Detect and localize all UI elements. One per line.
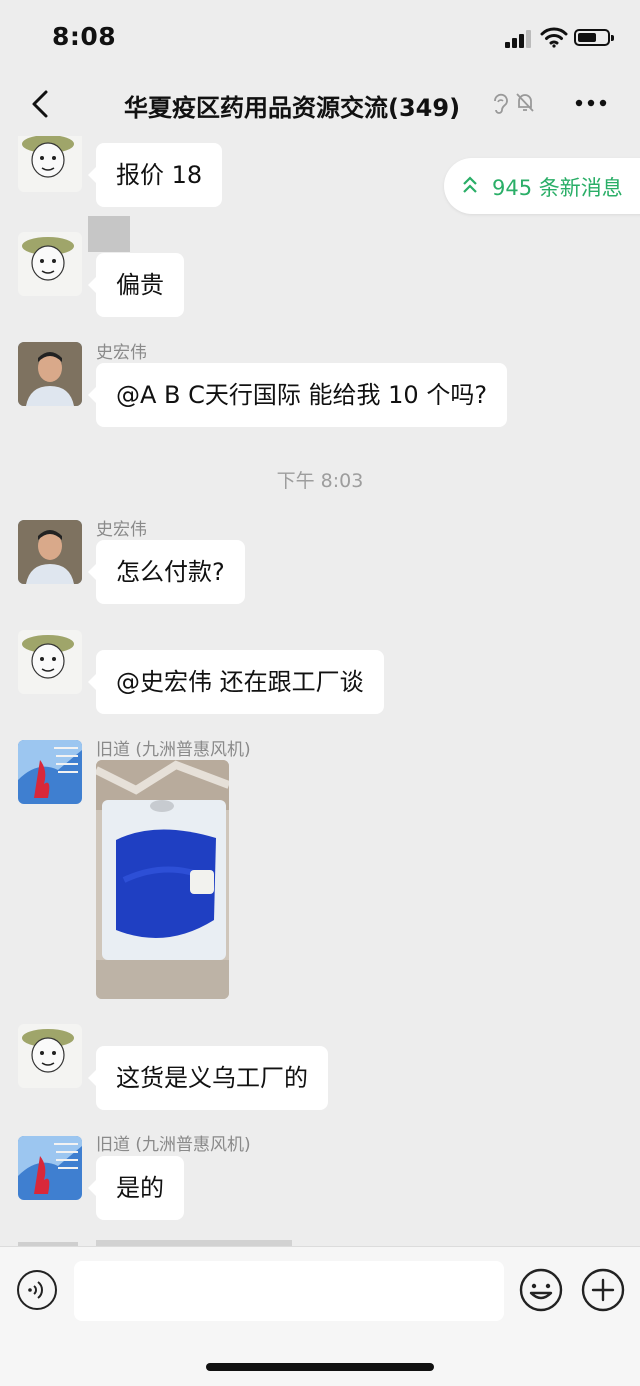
ear-icon — [494, 93, 508, 114]
message-input[interactable] — [74, 1261, 504, 1321]
plus-icon[interactable] — [580, 1267, 626, 1313]
meme-face-icon — [22, 635, 74, 679]
sender-name: 旧道 (九洲普惠风机) — [96, 740, 251, 760]
message-bubble[interactable]: 报价 18 — [87, 143, 223, 207]
voice-icon[interactable] — [16, 1269, 58, 1311]
avatar[interactable] — [18, 232, 82, 296]
meme-face-icon — [22, 136, 74, 188]
message-bubble[interactable]: @史宏伟 还在跟工厂谈 — [88, 650, 384, 714]
message-timestamp: 下午 8:03 — [276, 470, 364, 492]
image-message[interactable] — [96, 760, 229, 999]
battery-icon — [574, 29, 614, 46]
sender-name: 史宏伟 — [96, 520, 147, 540]
sender-name: 史宏伟 — [96, 343, 147, 363]
avatar[interactable] — [18, 520, 82, 584]
status-bar: 8:08 — [0, 0, 640, 76]
avatar[interactable] — [18, 630, 82, 694]
message-bubble[interactable]: 偏贵 — [88, 253, 184, 317]
message-bubble[interactable]: 怎么付款? — [88, 540, 245, 604]
back-arrow-icon[interactable] — [24, 86, 60, 122]
wifi-icon — [540, 27, 568, 48]
new-messages-button[interactable]: 945 条新消息 — [444, 158, 640, 214]
person-photo-icon — [18, 342, 82, 406]
meme-face-icon — [22, 237, 74, 281]
person-photo-icon — [18, 520, 82, 584]
redacted-name — [88, 216, 130, 252]
mask-photo-icon — [96, 760, 229, 999]
double-chevron-up-icon — [463, 176, 477, 193]
flag-avatar-icon — [18, 740, 82, 804]
home-indicator — [206, 1363, 434, 1371]
flag-avatar-icon — [18, 1136, 82, 1200]
avatar[interactable] — [18, 1136, 82, 1200]
input-bar — [0, 1246, 640, 1386]
avatar[interactable] — [18, 342, 82, 406]
message-bubble[interactable]: 这货是义乌工厂的 — [88, 1046, 328, 1110]
message-list[interactable]: 报价 18 945 条新消息 偏贵 史宏伟 @A B C天行国际 能给我 10 … — [0, 136, 640, 1246]
meme-face-icon — [22, 1029, 74, 1073]
chat-title: 华夏疫区药用品资源交流(349) — [124, 94, 461, 122]
nav-bar: 华夏疫区药用品资源交流(349) — [0, 76, 640, 136]
mute-bell-icon — [516, 93, 534, 112]
sender-name: 旧道 (九洲普惠风机) — [96, 1135, 251, 1155]
cellular-signal-icon — [505, 30, 533, 48]
avatar[interactable] — [18, 136, 82, 192]
avatar[interactable] — [18, 1024, 82, 1088]
more-icon[interactable] — [574, 96, 608, 110]
avatar[interactable] — [18, 740, 82, 804]
new-messages-label: 945 条新消息 — [492, 176, 623, 200]
message-bubble[interactable]: @A B C天行国际 能给我 10 个吗? — [87, 363, 508, 427]
status-time: 8:08 — [52, 22, 117, 51]
message-bubble[interactable]: 是的 — [88, 1156, 184, 1220]
emoji-icon[interactable] — [518, 1267, 564, 1313]
